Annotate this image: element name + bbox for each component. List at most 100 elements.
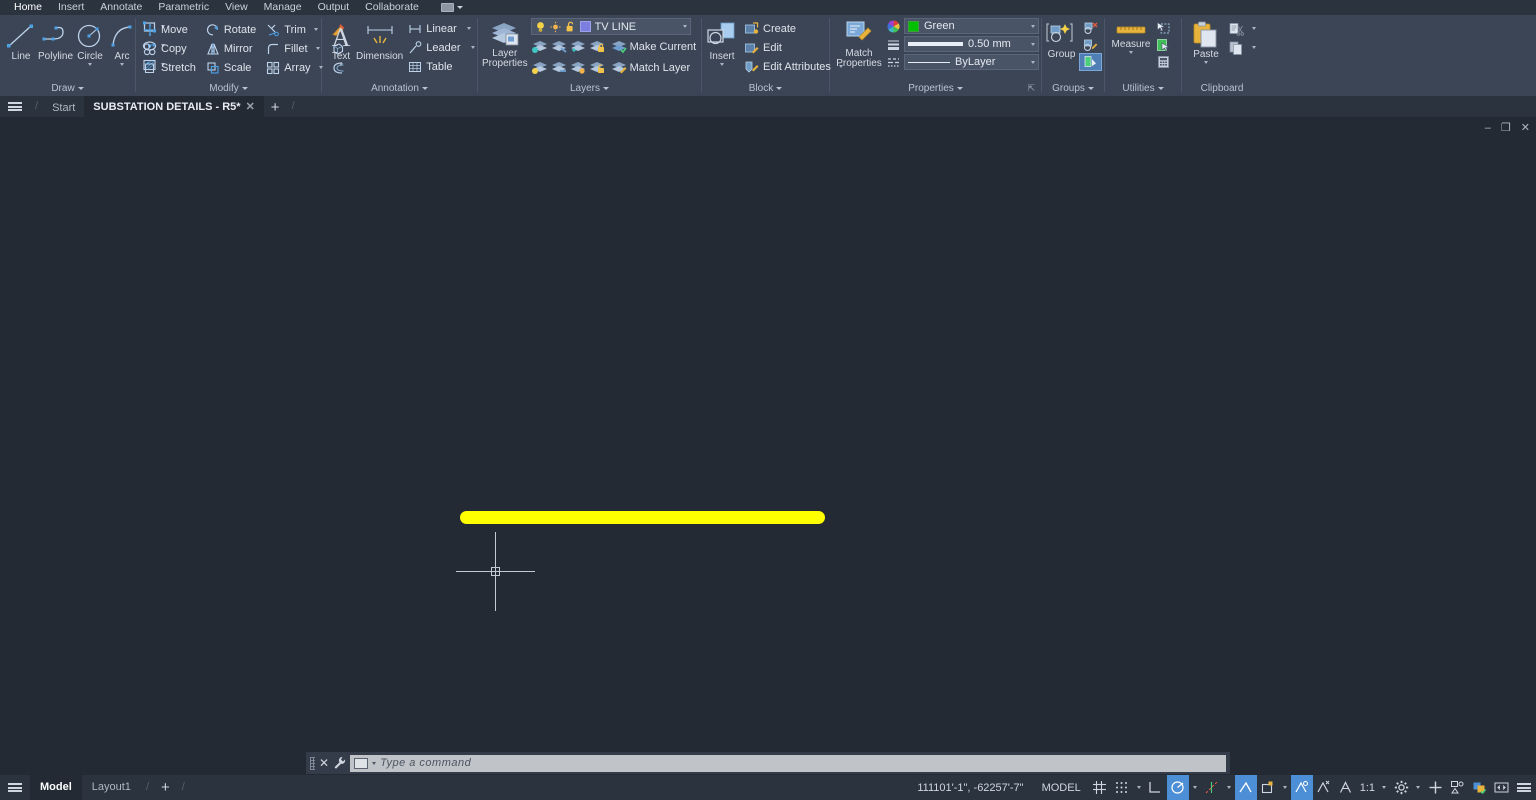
- wrench-icon[interactable]: [333, 756, 346, 770]
- layer-unlock-icon[interactable]: [588, 60, 605, 75]
- dynamic-ucs-dropdown[interactable]: [1279, 775, 1291, 800]
- match-properties-button[interactable]: Match Properties: [834, 18, 884, 69]
- snap-mode-toggle[interactable]: [1111, 775, 1133, 800]
- annotation-leader-button[interactable]: Leader: [405, 38, 477, 57]
- menu-item-home[interactable]: Home: [6, 0, 50, 15]
- menu-item-insert[interactable]: Insert: [50, 0, 92, 15]
- ungroup-button[interactable]: [1079, 19, 1102, 36]
- menu-item-manage[interactable]: Manage: [256, 0, 310, 15]
- quick-select-button[interactable]: [1153, 19, 1174, 36]
- group-button[interactable]: Group: [1044, 19, 1079, 60]
- annotation-visibility-toggle[interactable]: [1290, 775, 1313, 800]
- annotation-table-button[interactable]: Table: [405, 57, 477, 76]
- modify-mirror-button[interactable]: Mirror: [203, 39, 259, 58]
- snap-dropdown[interactable]: [1133, 775, 1145, 800]
- color-wheel-icon[interactable]: [887, 19, 900, 33]
- clean-screen-icon[interactable]: [1490, 775, 1512, 800]
- command-line[interactable]: ✕ Type a command: [306, 752, 1230, 774]
- measure-button[interactable]: Measure: [1109, 19, 1153, 54]
- layer-make-current-button[interactable]: Make Current: [607, 37, 700, 56]
- yellow-polyline[interactable]: [460, 511, 825, 524]
- menu-item-output[interactable]: Output: [310, 0, 358, 15]
- annotation-scale-toggle[interactable]: [1335, 775, 1357, 800]
- chevron-down-icon[interactable]: [1252, 46, 1256, 49]
- panel-dialog-launcher-icon[interactable]: ⇱: [1027, 81, 1035, 96]
- quick-calc-select-button[interactable]: [1153, 36, 1174, 53]
- layer-freeze-icon[interactable]: [569, 39, 586, 54]
- new-layout-button[interactable]: +: [154, 775, 177, 800]
- layer-thaw-icon[interactable]: [569, 60, 586, 75]
- modify-stretch-button[interactable]: Stretch: [140, 58, 199, 77]
- draw-arc-button[interactable]: Arc: [107, 19, 137, 66]
- modify-array-button[interactable]: Array: [263, 58, 325, 77]
- workspace-switcher[interactable]: [437, 1, 467, 14]
- command-input[interactable]: Type a command: [350, 754, 1226, 772]
- coordinate-readout[interactable]: 111101'-1", -62257'-7": [907, 782, 1033, 794]
- application-menu-icon[interactable]: [0, 96, 30, 117]
- copy-clipboard-button[interactable]: [1226, 38, 1259, 57]
- modify-scale-button[interactable]: Scale: [203, 58, 259, 77]
- chevron-down-icon[interactable]: [466, 27, 471, 30]
- hardware-acceleration-icon[interactable]: [1468, 775, 1490, 800]
- chevron-down-icon[interactable]: [1031, 24, 1035, 28]
- chevron-down-icon[interactable]: [1204, 61, 1208, 64]
- chevron-down-icon[interactable]: [682, 25, 687, 28]
- dynamic-ucs-toggle[interactable]: [1257, 775, 1279, 800]
- model-layout-menu-icon[interactable]: [0, 777, 30, 798]
- draw-polyline-button[interactable]: Polyline: [38, 19, 73, 62]
- layer-combo[interactable]: TV LINE: [530, 18, 691, 35]
- calculator-button[interactable]: [1153, 53, 1174, 70]
- polar-dropdown[interactable]: [1189, 775, 1201, 800]
- polar-tracking-toggle[interactable]: [1166, 775, 1189, 800]
- drawing-canvas[interactable]: – ❐ ✕ Y X: [0, 117, 1536, 775]
- layer-off-icon[interactable]: [550, 39, 567, 54]
- panel-title-properties[interactable]: Properties ⇱: [830, 81, 1041, 96]
- chevron-down-icon[interactable]: [372, 761, 377, 765]
- panel-title-block[interactable]: Block: [702, 81, 829, 96]
- panel-title-utilities[interactable]: Utilities: [1105, 81, 1181, 96]
- group-selection-toggle-button[interactable]: [1079, 53, 1102, 71]
- modify-fillet-button[interactable]: Fillet: [263, 39, 325, 58]
- close-icon[interactable]: ✕: [246, 100, 255, 113]
- doc-tab-start[interactable]: Start: [43, 98, 84, 117]
- chevron-down-icon[interactable]: [1129, 51, 1133, 54]
- new-tab-button[interactable]: +: [264, 98, 287, 117]
- chevron-down-icon[interactable]: [470, 46, 475, 49]
- status-tab-model[interactable]: Model: [30, 775, 82, 800]
- annotation-scale-dropdown[interactable]: [1378, 775, 1390, 800]
- chevron-down-icon[interactable]: [120, 63, 125, 66]
- object-snap-tracking-toggle[interactable]: [1201, 775, 1223, 800]
- customization-icon[interactable]: [1424, 775, 1446, 800]
- restore-button[interactable]: ❐: [1501, 123, 1511, 134]
- ortho-mode-toggle[interactable]: [1145, 775, 1167, 800]
- command-prompt-icon[interactable]: [354, 757, 369, 769]
- space-indicator[interactable]: MODEL: [1034, 782, 1089, 794]
- object-snap-toggle[interactable]: [1234, 775, 1257, 800]
- lineweight-icon[interactable]: [887, 38, 900, 51]
- modify-rotate-button[interactable]: Rotate: [203, 20, 259, 39]
- modify-trim-button[interactable]: Trim: [263, 20, 325, 39]
- annotation-dimension-button[interactable]: Dimension: [356, 19, 403, 62]
- command-line-grip[interactable]: [310, 756, 315, 770]
- annotation-linear-button[interactable]: Linear: [405, 19, 477, 38]
- panel-title-groups[interactable]: Groups: [1042, 81, 1104, 96]
- layer-unisolate-icon[interactable]: [531, 60, 548, 75]
- chevron-down-icon[interactable]: [315, 47, 320, 50]
- workspace-dropdown[interactable]: [1412, 775, 1424, 800]
- panel-title-draw[interactable]: Draw: [0, 81, 135, 96]
- cut-button[interactable]: [1226, 19, 1259, 38]
- chevron-down-icon[interactable]: [720, 63, 724, 66]
- chevron-down-icon[interactable]: [313, 28, 318, 31]
- menu-item-collaborate[interactable]: Collaborate: [357, 0, 427, 15]
- lightbulb-on-icon[interactable]: [535, 21, 546, 33]
- draw-circle-button[interactable]: Circle: [73, 19, 107, 66]
- chevron-down-icon[interactable]: [339, 63, 343, 66]
- minimize-button[interactable]: –: [1485, 123, 1491, 134]
- doc-tab-substation-details[interactable]: SUBSTATION DETAILS - R5* ✕: [84, 96, 264, 117]
- grid-display-toggle[interactable]: [1089, 775, 1111, 800]
- chevron-down-icon[interactable]: [88, 63, 93, 66]
- status-bar-menu-icon[interactable]: [1512, 775, 1536, 800]
- modify-copy-button[interactable]: Copy: [140, 39, 199, 58]
- block-insert-button[interactable]: Insert: [706, 19, 738, 66]
- chevron-down-icon[interactable]: [1031, 60, 1035, 64]
